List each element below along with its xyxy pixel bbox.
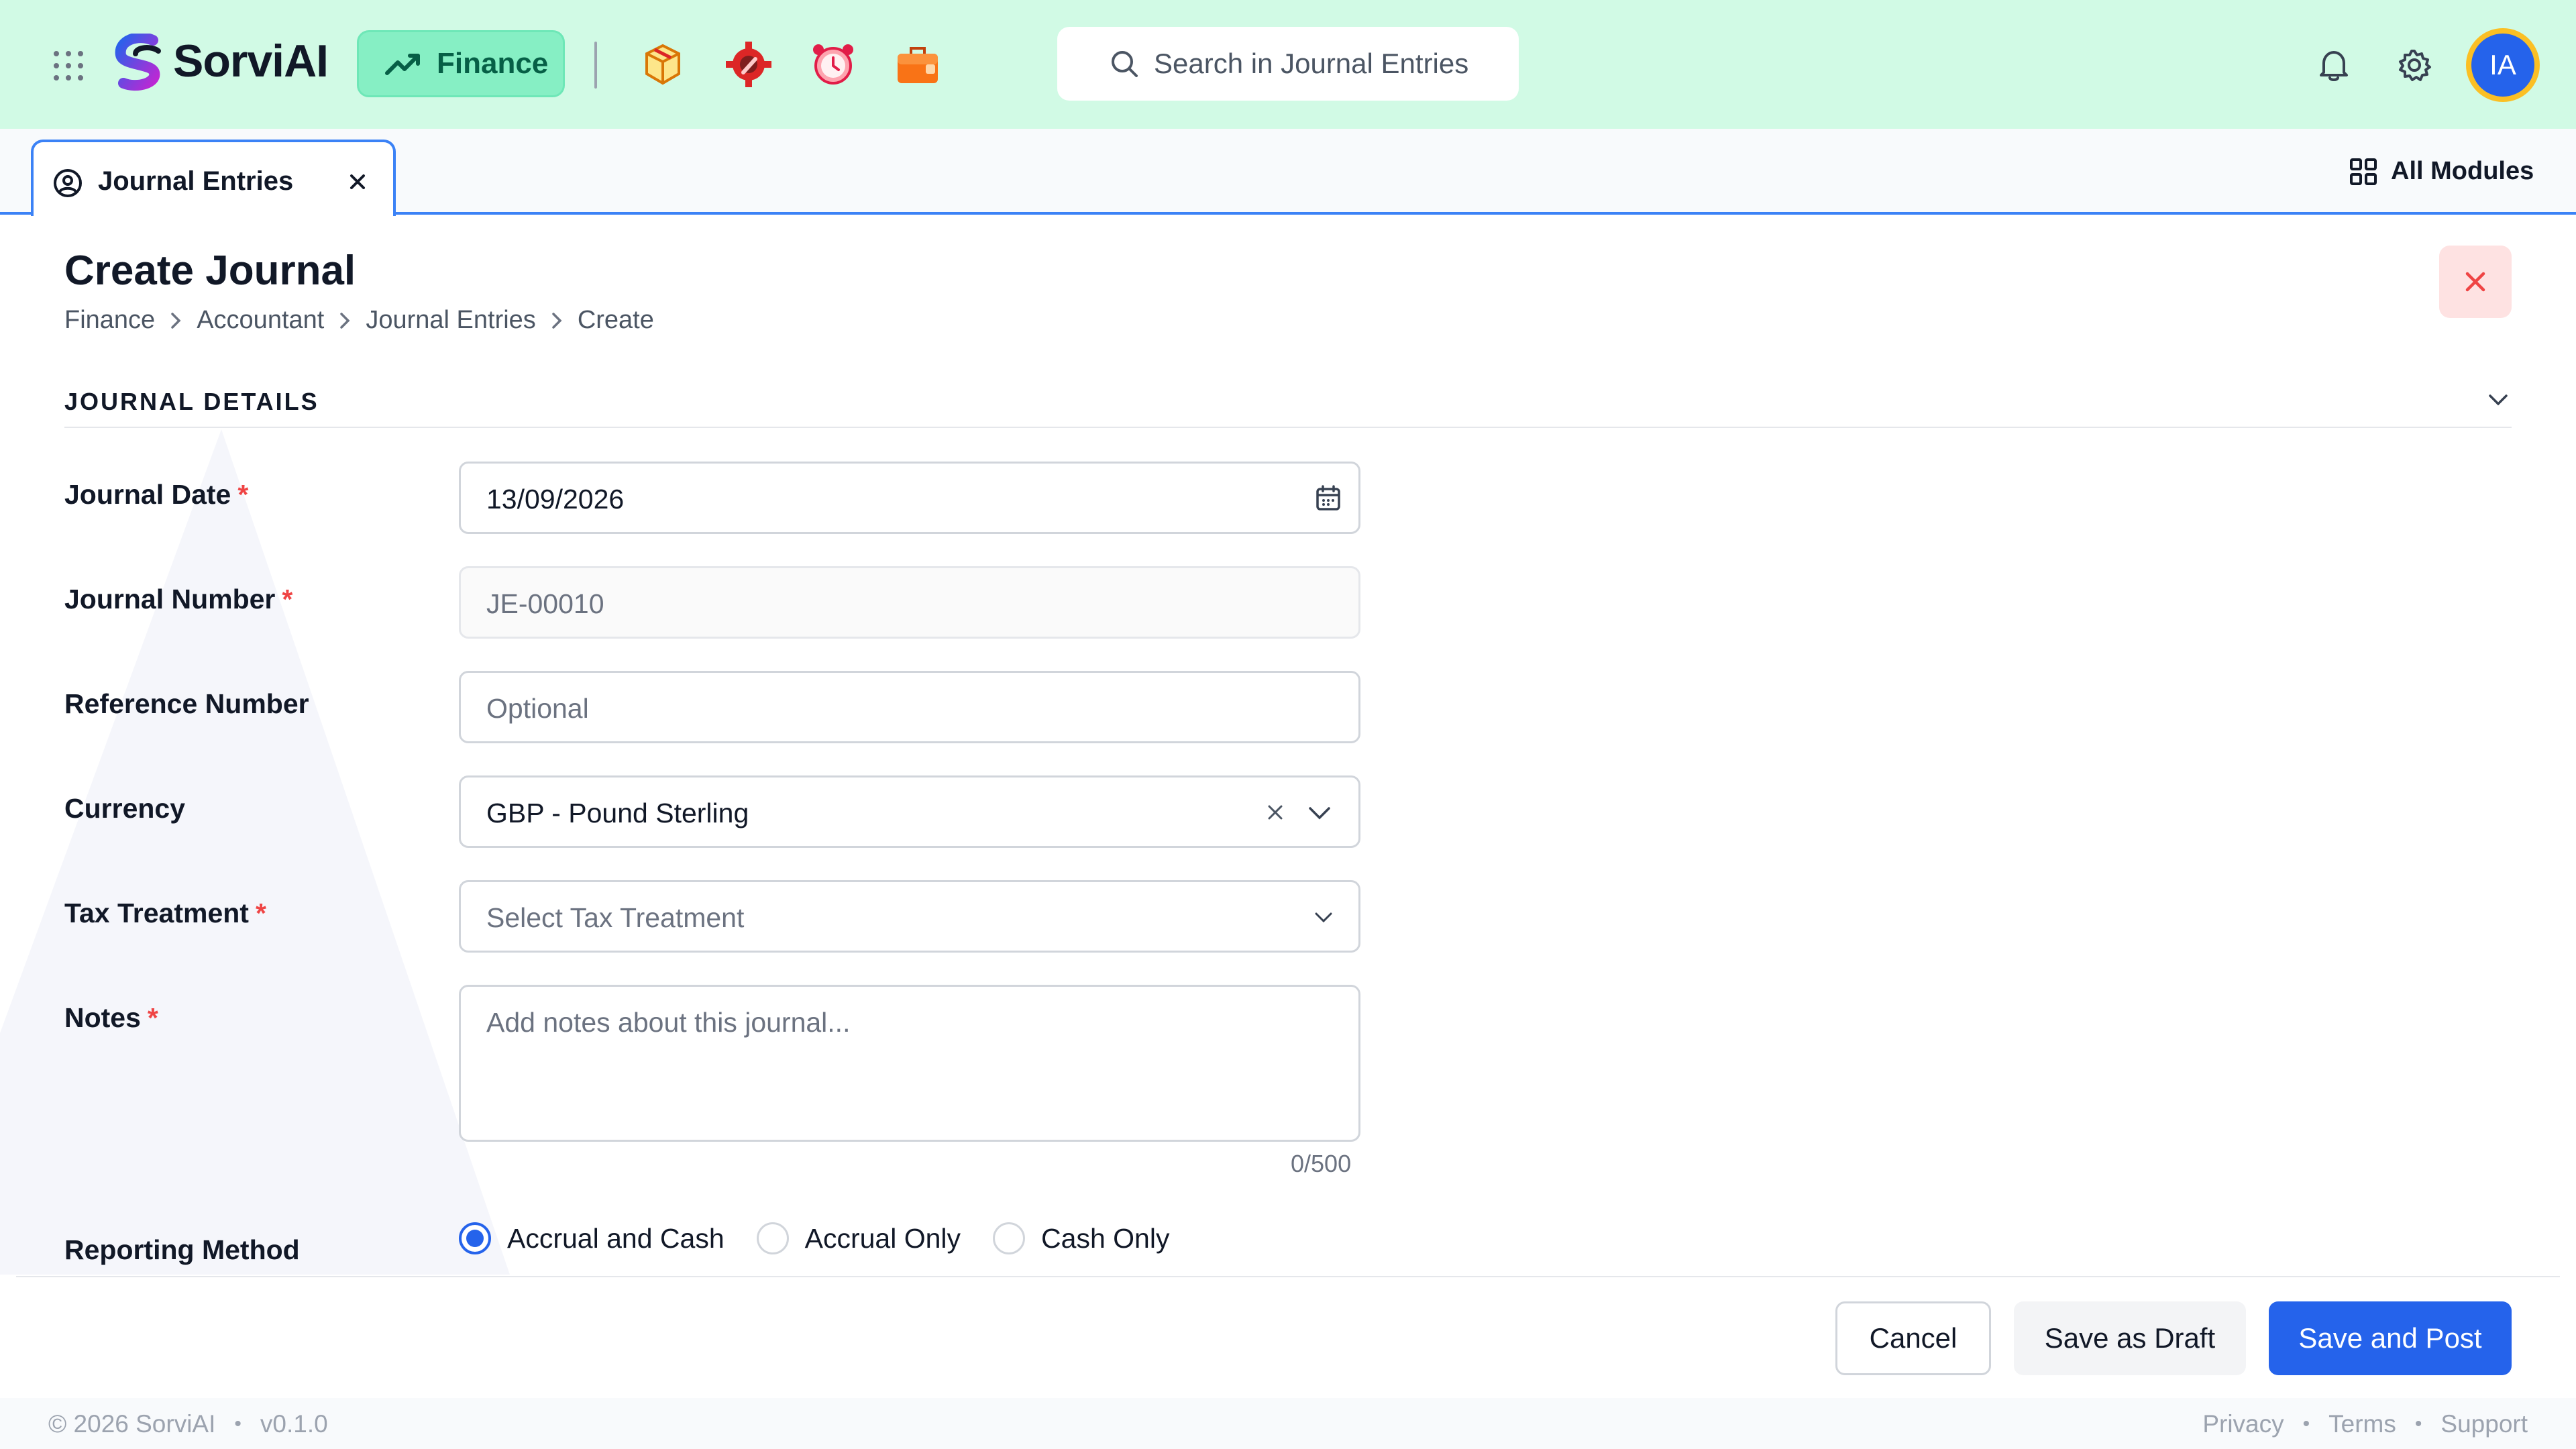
chevron-right-icon	[552, 312, 562, 329]
page-title: Create Journal	[64, 248, 356, 294]
gear-wrench-icon[interactable]	[723, 39, 774, 90]
breadcrumb-create: Create	[577, 306, 654, 334]
footer: © 2026 SorviAI • v0.1.0 Privacy • Terms …	[0, 1398, 2576, 1449]
clear-selection-icon[interactable]	[1266, 803, 1285, 822]
tax-treatment-select[interactable]: Select Tax Treatment	[459, 880, 1360, 953]
tab-label: Journal Entries	[98, 166, 294, 196]
finance-module-label: Finance	[437, 47, 549, 80]
required-mark: *	[147, 1002, 158, 1033]
collapse-section-icon[interactable]	[2486, 392, 2510, 408]
close-page-button[interactable]	[2439, 246, 2512, 318]
footer-separator: •	[2302, 1413, 2310, 1435]
chevron-right-icon	[171, 312, 181, 329]
alarm-clock-icon[interactable]	[808, 39, 859, 90]
currency-select[interactable]: GBP - Pound Sterling	[459, 775, 1360, 848]
footer-copyright: © 2026 SorviAI	[48, 1410, 216, 1438]
trending-up-icon	[385, 54, 420, 75]
breadcrumb: Finance Accountant Journal Entries Creat…	[64, 306, 654, 335]
calendar-icon[interactable]	[1314, 484, 1342, 512]
close-tab-icon[interactable]	[347, 172, 368, 192]
chevron-down-icon[interactable]	[1306, 804, 1333, 822]
reference-number-label: Reference Number	[64, 688, 309, 720]
notes-label-text: Notes	[64, 1002, 141, 1033]
footer-links: Privacy • Terms • Support	[2202, 1410, 2528, 1438]
footer-link-terms[interactable]: Terms	[2328, 1410, 2396, 1438]
breadcrumb-finance[interactable]: Finance	[64, 306, 155, 335]
currency-label-text: Currency	[64, 793, 186, 824]
section-divider	[64, 427, 2512, 428]
radio-label-accrual-only[interactable]: Accrual Only	[805, 1223, 961, 1254]
currency-label: Currency	[64, 793, 185, 824]
logo-icon[interactable]	[111, 34, 168, 94]
notes-textarea[interactable]: Add notes about this journal...	[459, 985, 1360, 1142]
footer-version: v0.1.0	[260, 1410, 328, 1438]
journal-number-label: Journal Number *	[64, 584, 292, 615]
settings-gear-icon[interactable]	[2395, 46, 2434, 85]
tax-treatment-label-text: Tax Treatment	[64, 898, 249, 928]
tab-bar: Journal Entries All Modules	[0, 129, 2576, 216]
chevron-down-icon[interactable]	[1313, 910, 1334, 925]
search-placeholder: Search in Journal Entries	[1154, 48, 1469, 79]
notes-placeholder: Add notes about this journal...	[486, 1007, 851, 1038]
journal-date-input[interactable]: 13/09/2026	[459, 462, 1360, 534]
journal-number-placeholder: JE-00010	[486, 588, 604, 619]
reporting-method-label: Reporting Method	[64, 1234, 300, 1266]
journal-date-label: Journal Date *	[64, 479, 248, 511]
breadcrumb-journal-entries[interactable]: Journal Entries	[366, 306, 535, 335]
logo-text[interactable]: SorviAI	[173, 35, 329, 87]
journal-date-value: 13/09/2026	[486, 484, 625, 515]
search-input[interactable]: Search in Journal Entries	[1057, 27, 1519, 101]
cancel-button[interactable]: Cancel	[1835, 1301, 1991, 1375]
breadcrumb-accountant[interactable]: Accountant	[197, 306, 324, 335]
radio-label-accrual-and-cash[interactable]: Accrual and Cash	[507, 1223, 724, 1254]
finance-module-button[interactable]: Finance	[357, 30, 565, 97]
user-initials: IA	[2471, 34, 2534, 97]
header-divider	[594, 42, 597, 89]
reference-number-input[interactable]: Optional	[459, 671, 1360, 743]
notes-label: Notes *	[64, 1002, 158, 1034]
top-bar: SorviAI Finance Search in Journal Entrie…	[0, 0, 2576, 129]
tax-treatment-placeholder: Select Tax Treatment	[486, 902, 745, 933]
journal-number-label-text: Journal Number	[64, 584, 276, 614]
radio-label-cash-only[interactable]: Cash Only	[1041, 1223, 1169, 1254]
journal-date-label-text: Journal Date	[64, 479, 231, 510]
tab-journal-entries[interactable]: Journal Entries	[31, 140, 396, 216]
all-modules-button[interactable]: All Modules	[2349, 157, 2534, 186]
background-decoration	[0, 429, 510, 1275]
required-mark: *	[255, 898, 266, 928]
bell-icon[interactable]	[2314, 46, 2353, 85]
user-circle-icon	[54, 169, 82, 197]
save-as-draft-button[interactable]: Save as Draft	[2014, 1301, 2246, 1375]
package-box-icon[interactable]	[637, 39, 688, 90]
footer-link-support[interactable]: Support	[2440, 1410, 2528, 1438]
app-grid-icon[interactable]	[52, 50, 85, 82]
required-mark: *	[282, 584, 293, 614]
radio-cash-only[interactable]	[993, 1222, 1026, 1254]
required-mark: *	[237, 479, 249, 510]
radio-accrual-and-cash[interactable]	[459, 1222, 491, 1254]
grid-modules-icon	[2350, 158, 2377, 185]
chevron-right-icon	[340, 312, 350, 329]
section-title: JOURNAL DETAILS	[64, 388, 319, 415]
reference-number-label-text: Reference Number	[64, 688, 309, 719]
currency-value: GBP - Pound Sterling	[486, 798, 749, 828]
reporting-method-radio-group: Accrual and Cash Accrual Only Cash Only	[459, 1222, 1201, 1254]
all-modules-label: All Modules	[2391, 157, 2534, 185]
notes-char-counter: 0/500	[1291, 1150, 1352, 1177]
footer-separator: •	[234, 1413, 241, 1435]
search-icon	[1112, 51, 1138, 77]
footer-link-privacy[interactable]: Privacy	[2202, 1410, 2284, 1438]
reference-number-placeholder: Optional	[486, 693, 589, 724]
close-icon	[2465, 272, 2485, 292]
journal-number-input[interactable]: JE-00010	[459, 566, 1360, 639]
actions-divider	[16, 1276, 2560, 1277]
briefcase-icon[interactable]	[892, 39, 943, 90]
reporting-method-label-text: Reporting Method	[64, 1234, 300, 1265]
tax-treatment-label: Tax Treatment *	[64, 898, 266, 929]
radio-accrual-only[interactable]	[756, 1222, 789, 1254]
footer-left: © 2026 SorviAI • v0.1.0	[48, 1410, 328, 1438]
footer-separator: •	[2414, 1413, 2422, 1435]
user-avatar[interactable]: IA	[2466, 28, 2540, 102]
save-and-post-button[interactable]: Save and Post	[2269, 1301, 2512, 1375]
